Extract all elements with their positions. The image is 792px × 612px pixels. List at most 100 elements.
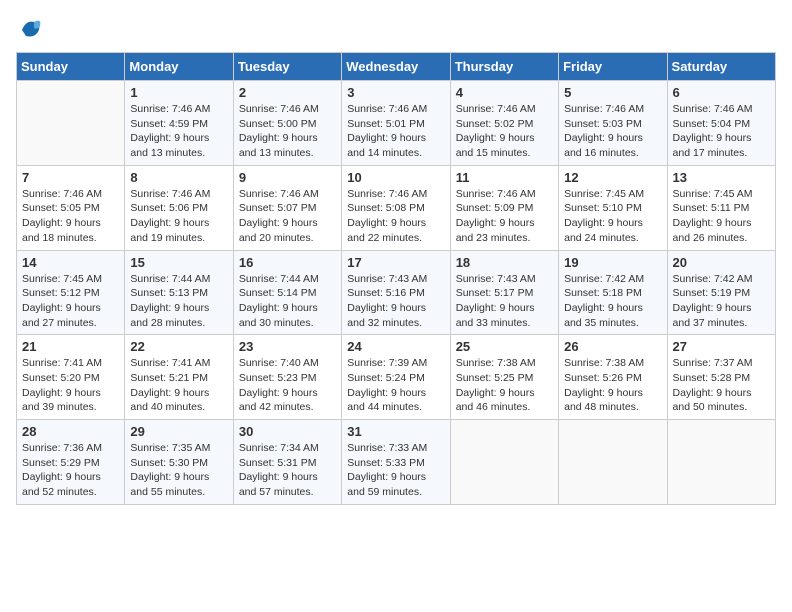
day-detail: Sunrise: 7:34 AMSunset: 5:31 PMDaylight:…	[239, 441, 336, 500]
day-number: 31	[347, 424, 444, 439]
calendar-cell: 14 Sunrise: 7:45 AMSunset: 5:12 PMDayligh…	[17, 250, 125, 335]
day-number: 7	[22, 170, 119, 185]
calendar-cell: 20 Sunrise: 7:42 AMSunset: 5:19 PMDayligh…	[667, 250, 775, 335]
col-header-wednesday: Wednesday	[342, 53, 450, 81]
col-header-saturday: Saturday	[667, 53, 775, 81]
day-detail: Sunrise: 7:44 AMSunset: 5:13 PMDaylight:…	[130, 272, 227, 331]
day-detail: Sunrise: 7:46 AMSunset: 4:59 PMDaylight:…	[130, 102, 227, 161]
day-detail: Sunrise: 7:38 AMSunset: 5:25 PMDaylight:…	[456, 356, 553, 415]
day-number: 29	[130, 424, 227, 439]
day-number: 5	[564, 85, 661, 100]
calendar-cell: 26 Sunrise: 7:38 AMSunset: 5:26 PMDayligh…	[559, 335, 667, 420]
day-detail: Sunrise: 7:38 AMSunset: 5:26 PMDaylight:…	[564, 356, 661, 415]
day-detail: Sunrise: 7:43 AMSunset: 5:17 PMDaylight:…	[456, 272, 553, 331]
calendar-cell: 1 Sunrise: 7:46 AMSunset: 4:59 PMDaylight…	[125, 81, 233, 166]
day-detail: Sunrise: 7:43 AMSunset: 5:16 PMDaylight:…	[347, 272, 444, 331]
calendar-cell: 12 Sunrise: 7:45 AMSunset: 5:10 PMDayligh…	[559, 165, 667, 250]
calendar-cell: 10 Sunrise: 7:46 AMSunset: 5:08 PMDayligh…	[342, 165, 450, 250]
day-detail: Sunrise: 7:46 AMSunset: 5:06 PMDaylight:…	[130, 187, 227, 246]
day-detail: Sunrise: 7:46 AMSunset: 5:01 PMDaylight:…	[347, 102, 444, 161]
day-detail: Sunrise: 7:46 AMSunset: 5:08 PMDaylight:…	[347, 187, 444, 246]
day-detail: Sunrise: 7:46 AMSunset: 5:09 PMDaylight:…	[456, 187, 553, 246]
day-number: 18	[456, 255, 553, 270]
calendar-cell: 18 Sunrise: 7:43 AMSunset: 5:17 PMDayligh…	[450, 250, 558, 335]
logo-icon	[16, 16, 44, 44]
logo	[16, 16, 48, 44]
calendar-cell: 31 Sunrise: 7:33 AMSunset: 5:33 PMDayligh…	[342, 420, 450, 505]
day-number: 22	[130, 339, 227, 354]
day-number: 15	[130, 255, 227, 270]
day-number: 25	[456, 339, 553, 354]
col-header-friday: Friday	[559, 53, 667, 81]
page-header	[16, 16, 776, 44]
calendar-cell	[17, 81, 125, 166]
day-detail: Sunrise: 7:46 AMSunset: 5:07 PMDaylight:…	[239, 187, 336, 246]
day-number: 14	[22, 255, 119, 270]
calendar-cell: 28 Sunrise: 7:36 AMSunset: 5:29 PMDayligh…	[17, 420, 125, 505]
calendar-cell: 24Sunrise: 7:39 AMSunset: 5:24 PMDayligh…	[342, 335, 450, 420]
week-row: 28 Sunrise: 7:36 AMSunset: 5:29 PMDayligh…	[17, 420, 776, 505]
day-detail: Sunrise: 7:37 AMSunset: 5:28 PMDaylight:…	[673, 356, 770, 415]
calendar-cell: 30 Sunrise: 7:34 AMSunset: 5:31 PMDayligh…	[233, 420, 341, 505]
calendar-cell: 19 Sunrise: 7:42 AMSunset: 5:18 PMDayligh…	[559, 250, 667, 335]
day-number: 10	[347, 170, 444, 185]
calendar-cell	[450, 420, 558, 505]
day-number: 20	[673, 255, 770, 270]
day-detail: Sunrise: 7:46 AMSunset: 5:04 PMDaylight:…	[673, 102, 770, 161]
day-detail: Sunrise: 7:41 AMSunset: 5:20 PMDaylight:…	[22, 356, 119, 415]
calendar-cell: 25 Sunrise: 7:38 AMSunset: 5:25 PMDayligh…	[450, 335, 558, 420]
calendar-cell: 9Sunrise: 7:46 AMSunset: 5:07 PMDaylight…	[233, 165, 341, 250]
week-row: 14 Sunrise: 7:45 AMSunset: 5:12 PMDayligh…	[17, 250, 776, 335]
calendar-cell: 21 Sunrise: 7:41 AMSunset: 5:20 PMDayligh…	[17, 335, 125, 420]
day-number: 4	[456, 85, 553, 100]
day-detail: Sunrise: 7:46 AMSunset: 5:00 PMDaylight:…	[239, 102, 336, 161]
calendar-cell: 2Sunrise: 7:46 AMSunset: 5:00 PMDaylight…	[233, 81, 341, 166]
calendar-cell: 16 Sunrise: 7:44 AMSunset: 5:14 PMDayligh…	[233, 250, 341, 335]
calendar-cell: 11 Sunrise: 7:46 AMSunset: 5:09 PMDayligh…	[450, 165, 558, 250]
day-number: 12	[564, 170, 661, 185]
calendar-cell	[559, 420, 667, 505]
day-detail: Sunrise: 7:35 AMSunset: 5:30 PMDaylight:…	[130, 441, 227, 500]
day-detail: Sunrise: 7:44 AMSunset: 5:14 PMDaylight:…	[239, 272, 336, 331]
day-number: 27	[673, 339, 770, 354]
day-number: 16	[239, 255, 336, 270]
day-detail: Sunrise: 7:39 AMSunset: 5:24 PMDaylight:…	[347, 356, 444, 415]
calendar-cell: 15 Sunrise: 7:44 AMSunset: 5:13 PMDayligh…	[125, 250, 233, 335]
week-row: 7 Sunrise: 7:46 AMSunset: 5:05 PMDaylight…	[17, 165, 776, 250]
day-number: 28	[22, 424, 119, 439]
col-header-sunday: Sunday	[17, 53, 125, 81]
day-detail: Sunrise: 7:46 AMSunset: 5:03 PMDaylight:…	[564, 102, 661, 161]
day-detail: Sunrise: 7:45 AMSunset: 5:11 PMDaylight:…	[673, 187, 770, 246]
day-number: 6	[673, 85, 770, 100]
header-row: SundayMondayTuesdayWednesdayThursdayFrid…	[17, 53, 776, 81]
day-detail: Sunrise: 7:42 AMSunset: 5:19 PMDaylight:…	[673, 272, 770, 331]
day-detail: Sunrise: 7:36 AMSunset: 5:29 PMDaylight:…	[22, 441, 119, 500]
calendar-cell: 4Sunrise: 7:46 AMSunset: 5:02 PMDaylight…	[450, 81, 558, 166]
day-detail: Sunrise: 7:40 AMSunset: 5:23 PMDaylight:…	[239, 356, 336, 415]
day-detail: Sunrise: 7:45 AMSunset: 5:12 PMDaylight:…	[22, 272, 119, 331]
day-detail: Sunrise: 7:33 AMSunset: 5:33 PMDaylight:…	[347, 441, 444, 500]
calendar-cell: 27 Sunrise: 7:37 AMSunset: 5:28 PMDayligh…	[667, 335, 775, 420]
calendar-cell: 6 Sunrise: 7:46 AMSunset: 5:04 PMDaylight…	[667, 81, 775, 166]
calendar-cell: 7 Sunrise: 7:46 AMSunset: 5:05 PMDaylight…	[17, 165, 125, 250]
calendar-cell: 17 Sunrise: 7:43 AMSunset: 5:16 PMDayligh…	[342, 250, 450, 335]
day-detail: Sunrise: 7:45 AMSunset: 5:10 PMDaylight:…	[564, 187, 661, 246]
day-number: 1	[130, 85, 227, 100]
calendar-cell: 5 Sunrise: 7:46 AMSunset: 5:03 PMDaylight…	[559, 81, 667, 166]
day-detail: Sunrise: 7:46 AMSunset: 5:05 PMDaylight:…	[22, 187, 119, 246]
day-number: 3	[347, 85, 444, 100]
day-number: 21	[22, 339, 119, 354]
day-number: 13	[673, 170, 770, 185]
day-number: 17	[347, 255, 444, 270]
calendar-cell: 13 Sunrise: 7:45 AMSunset: 5:11 PMDayligh…	[667, 165, 775, 250]
day-number: 30	[239, 424, 336, 439]
day-number: 11	[456, 170, 553, 185]
calendar-cell: 23Sunrise: 7:40 AMSunset: 5:23 PMDayligh…	[233, 335, 341, 420]
day-number: 19	[564, 255, 661, 270]
day-detail: Sunrise: 7:42 AMSunset: 5:18 PMDaylight:…	[564, 272, 661, 331]
week-row: 21 Sunrise: 7:41 AMSunset: 5:20 PMDayligh…	[17, 335, 776, 420]
calendar-cell	[667, 420, 775, 505]
calendar-cell: 8 Sunrise: 7:46 AMSunset: 5:06 PMDaylight…	[125, 165, 233, 250]
day-number: 26	[564, 339, 661, 354]
day-number: 8	[130, 170, 227, 185]
